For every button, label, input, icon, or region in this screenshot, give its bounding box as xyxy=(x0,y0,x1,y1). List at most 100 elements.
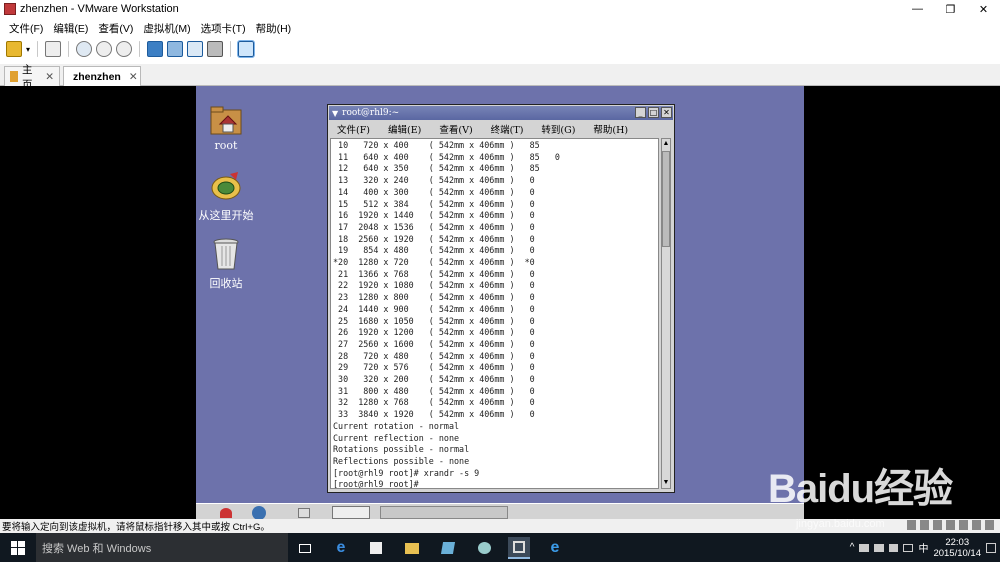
trash-icon xyxy=(213,238,239,270)
tab-label: zhenzhen xyxy=(73,70,121,83)
menu-view[interactable]: 查看(V) xyxy=(98,21,133,36)
menu-file[interactable]: 文件(F) xyxy=(9,21,43,36)
terminal-minimize-button[interactable]: _ xyxy=(635,107,646,118)
notification-icon[interactable] xyxy=(986,542,996,553)
file-explorer-icon[interactable] xyxy=(401,537,423,559)
browser-icon[interactable] xyxy=(252,506,266,520)
terminal-menu-go[interactable]: 转到(G) xyxy=(541,122,575,136)
library-icon[interactable] xyxy=(147,41,164,57)
window-title: zhenzhen - VMware Workstation xyxy=(20,3,179,15)
terminal-scrollbar[interactable]: ▲ ▼ xyxy=(661,138,671,489)
wifi-icon[interactable] xyxy=(874,543,885,552)
home-icon xyxy=(10,71,18,82)
toolbar: ▾ xyxy=(0,37,1000,61)
menu-bar: 文件(F) 编辑(E) 查看(V) 虚拟机(M) 选项卡(T) 帮助(H) xyxy=(0,19,1000,37)
usb-icon[interactable] xyxy=(946,520,955,530)
sound-icon[interactable] xyxy=(959,520,968,530)
vmware-app-icon xyxy=(4,3,16,15)
terminal-menu-icon[interactable]: ▼ xyxy=(332,109,338,118)
guest-panel xyxy=(196,503,804,520)
system-tray: ^ 中 22:03 2015/10/14 xyxy=(850,533,996,562)
windows-logo-icon xyxy=(11,540,25,555)
terminal-menu-bar: 文件(F) 编辑(E) 查看(V) 终端(T) 转到(G) 帮助(H) xyxy=(329,121,673,136)
tab-zhenzhen[interactable]: zhenzhen ✕ xyxy=(63,66,141,86)
app-icon[interactable] xyxy=(473,537,495,559)
close-icon[interactable]: ✕ xyxy=(45,71,54,83)
chevron-down-icon[interactable]: ▾ xyxy=(26,45,30,54)
scrollbar-thumb[interactable] xyxy=(662,151,670,247)
desktop-icon-start-here[interactable]: 从这里开始 xyxy=(196,170,256,223)
windows-taskbar: 搜索 Web 和 Windows e e ^ 中 22:03 2015/10/1… xyxy=(0,533,1000,562)
people-icon[interactable] xyxy=(859,543,870,552)
terminal-close-button[interactable]: ✕ xyxy=(661,107,672,118)
revert-snapshot-icon[interactable] xyxy=(96,41,113,57)
chevron-up-icon[interactable]: ^ xyxy=(850,542,855,553)
menu-help[interactable]: 帮助(H) xyxy=(256,21,292,36)
desktop-icon-root[interactable]: root xyxy=(196,102,256,152)
terminal-menu-view[interactable]: 查看(V) xyxy=(439,122,472,136)
thumbnail-icon[interactable] xyxy=(167,41,184,57)
maximize-button[interactable]: ❐ xyxy=(934,0,967,18)
terminal-menu-edit[interactable]: 编辑(E) xyxy=(388,122,421,136)
terminal-window[interactable]: ▼ root@rhl9:~ _ □ ✕ 文件(F) 编辑(E) 查看(V) 终端… xyxy=(327,104,675,493)
unity-icon[interactable] xyxy=(207,41,224,57)
app-icon[interactable] xyxy=(437,537,459,559)
store-icon[interactable] xyxy=(365,537,387,559)
display-icon[interactable] xyxy=(985,520,994,530)
cdrom-icon[interactable] xyxy=(920,520,929,530)
terminal-output[interactable]: 10 720 x 400 ( 542mm x 406mm ) 85 11 640… xyxy=(330,138,659,489)
terminal-text: 10 720 x 400 ( 542mm x 406mm ) 85 11 640… xyxy=(333,140,560,489)
clock[interactable]: 22:03 2015/10/14 xyxy=(933,537,981,559)
menu-vm[interactable]: 虚拟机(M) xyxy=(143,21,190,36)
terminal-maximize-button[interactable]: □ xyxy=(648,107,659,118)
workspace-switcher[interactable] xyxy=(332,506,370,519)
desktop-icon-label: root xyxy=(214,139,238,152)
hdd-icon[interactable] xyxy=(907,520,916,530)
network-icon[interactable] xyxy=(933,520,942,530)
console-view-icon[interactable] xyxy=(237,40,256,58)
fullscreen-icon[interactable] xyxy=(187,41,204,57)
ie-icon[interactable]: e xyxy=(544,537,566,559)
close-icon[interactable]: ✕ xyxy=(129,71,138,83)
menu-tabs[interactable]: 选项卡(T) xyxy=(201,21,246,36)
search-box[interactable]: 搜索 Web 和 Windows xyxy=(36,533,288,562)
toolbar-divider xyxy=(230,41,232,57)
power-icon[interactable] xyxy=(6,41,22,57)
ime-indicator[interactable]: 中 xyxy=(918,540,928,555)
scroll-down-icon[interactable]: ▼ xyxy=(662,478,670,488)
close-button[interactable]: ✕ xyxy=(967,0,1000,18)
bluetooth-icon[interactable] xyxy=(972,520,981,530)
menu-edit[interactable]: 编辑(E) xyxy=(53,21,88,36)
toolbar-divider xyxy=(139,41,141,57)
window-controls: — ❐ ✕ xyxy=(901,0,1000,18)
volume-icon[interactable] xyxy=(889,543,899,552)
taskbar-entry[interactable] xyxy=(380,506,508,519)
desktop-icon-label: 从这里开始 xyxy=(198,209,254,222)
terminal-menu-help[interactable]: 帮助(H) xyxy=(593,122,628,136)
start-here-icon xyxy=(211,172,241,200)
desktop-icon-label: 回收站 xyxy=(209,277,243,290)
vmware-taskbar-icon[interactable] xyxy=(508,537,530,559)
snapshot-manager-icon[interactable] xyxy=(116,41,133,57)
desktop-icon-trash[interactable]: 回收站 xyxy=(196,236,256,291)
launcher-icon[interactable] xyxy=(298,508,310,518)
scroll-up-icon[interactable]: ▲ xyxy=(662,139,670,149)
send-ctrl-alt-del-icon[interactable] xyxy=(45,41,62,57)
terminal-menu-file[interactable]: 文件(F) xyxy=(337,122,370,136)
terminal-titlebar[interactable]: ▼ root@rhl9:~ _ □ ✕ xyxy=(329,106,673,120)
tab-home[interactable]: 主页 ✕ xyxy=(4,64,60,91)
toolbar-divider xyxy=(68,41,70,57)
toolbar-divider xyxy=(37,41,39,57)
home-folder-icon xyxy=(210,106,242,135)
clock-time: 22:03 xyxy=(945,536,970,548)
start-button[interactable] xyxy=(0,533,36,562)
task-view-icon[interactable] xyxy=(294,537,316,559)
snapshot-icon[interactable] xyxy=(76,41,93,57)
terminal-menu-terminal[interactable]: 终端(T) xyxy=(491,122,524,136)
edge-icon[interactable]: e xyxy=(330,537,352,559)
keyboard-icon[interactable] xyxy=(903,543,914,552)
minimize-button[interactable]: — xyxy=(901,0,934,18)
tab-bar: 主页 ✕ zhenzhen ✕ xyxy=(0,64,1000,91)
redhat-menu-icon[interactable] xyxy=(220,508,232,518)
status-hint: 要将输入定向到该虚拟机，请将鼠标指针移入其中或按 Ctrl+G。 xyxy=(2,522,270,533)
